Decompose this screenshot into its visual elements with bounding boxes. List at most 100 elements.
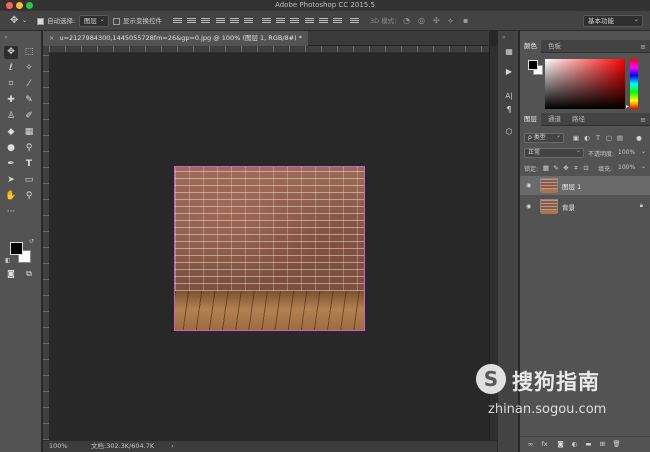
healing-tool-icon[interactable]: ✚ bbox=[4, 94, 18, 107]
tool-preset-chevron-icon[interactable]: ⌄ bbox=[22, 15, 27, 27]
filter-type-icon[interactable]: T bbox=[594, 134, 602, 142]
document-tab[interactable]: × u=2127984300,1445055728fm=26&gp=0.jpg @… bbox=[43, 31, 308, 46]
more-tools-icon[interactable]: ··· bbox=[4, 206, 18, 219]
layer-row[interactable]: ◉ 背景 🔒︎ bbox=[520, 197, 650, 216]
zoom-tool-icon[interactable]: ⚲ bbox=[22, 190, 36, 203]
tab-color[interactable]: 颜色 bbox=[520, 40, 541, 53]
hand-tool-icon[interactable]: ✋ bbox=[4, 190, 18, 203]
auto-select-dropdown[interactable]: 图层 bbox=[79, 14, 109, 27]
color-picker-field[interactable] bbox=[545, 59, 625, 109]
distribute-right-icon[interactable] bbox=[333, 18, 342, 24]
layer-row[interactable]: ◉ 图层 1 bbox=[520, 176, 650, 195]
adjust-panel-icon[interactable]: ▶ bbox=[504, 67, 514, 77]
blend-mode-dropdown[interactable]: 正常 bbox=[524, 147, 584, 158]
dodge-tool-icon[interactable]: ⚲ bbox=[22, 142, 36, 155]
status-menu-arrow[interactable]: › bbox=[171, 441, 174, 452]
new-adjustment-icon[interactable]: ◐ bbox=[570, 440, 579, 449]
distribute-hcenter-icon[interactable] bbox=[319, 18, 328, 24]
marquee-tool-icon[interactable]: ⬚ bbox=[22, 46, 36, 59]
lock-all-icon[interactable]: ⊡ bbox=[582, 164, 590, 172]
pen-tool-icon[interactable]: ✒ bbox=[4, 158, 18, 171]
stamp-tool-icon[interactable]: ♙ bbox=[4, 110, 18, 123]
tab-swatches[interactable]: 色板 bbox=[544, 40, 565, 53]
crop-tool-icon[interactable]: ⌗ bbox=[4, 78, 18, 91]
new-group-icon[interactable]: ▬ bbox=[584, 440, 593, 449]
magic-wand-tool-icon[interactable]: ✧ bbox=[22, 62, 36, 75]
distribute-left-icon[interactable] bbox=[305, 18, 314, 24]
layer-kind-filter[interactable]: ρ 类型 bbox=[524, 132, 564, 143]
distribute-top-icon[interactable] bbox=[262, 18, 271, 24]
fill-value[interactable]: 100% bbox=[618, 164, 635, 171]
type-tool-icon[interactable]: T bbox=[22, 158, 36, 171]
align-top-icon[interactable] bbox=[173, 18, 182, 24]
lock-paint-icon[interactable]: ✎ bbox=[552, 164, 560, 172]
eyedropper-tool-icon[interactable]: ⁄ bbox=[22, 78, 36, 91]
scale-3d-icon[interactable]: ▪ bbox=[463, 15, 468, 27]
lock-artboard-icon[interactable]: ⌗ bbox=[572, 164, 580, 172]
paragraph-panel-icon[interactable]: ¶ bbox=[504, 105, 514, 115]
rotate-3d-icon[interactable]: ◔ bbox=[403, 15, 410, 27]
filter-pixel-icon[interactable]: ▣ bbox=[572, 134, 580, 142]
tab-channels[interactable]: 通道 bbox=[544, 113, 565, 126]
filter-toggle-icon[interactable]: ● bbox=[635, 134, 643, 142]
toolbar-collapse-icon[interactable]: » bbox=[4, 34, 8, 41]
horizontal-ruler[interactable] bbox=[49, 46, 489, 53]
zoom-level[interactable]: 100% bbox=[49, 441, 68, 452]
swap-colors-icon[interactable]: ↺ bbox=[29, 238, 34, 245]
filter-shape-icon[interactable]: ▢ bbox=[605, 134, 613, 142]
blur-tool-icon[interactable]: ● bbox=[4, 142, 18, 155]
show-transform-check[interactable] bbox=[113, 17, 120, 25]
lock-move-icon[interactable]: ✥ bbox=[562, 164, 570, 172]
brush-tool-icon[interactable]: ✎ bbox=[22, 94, 36, 107]
quick-mask-icon[interactable]: ◙ bbox=[4, 267, 18, 280]
rectangle-tool-icon[interactable]: ▭ bbox=[22, 174, 36, 187]
opacity-value[interactable]: 100% bbox=[618, 149, 635, 156]
gradient-tool-icon[interactable]: ▦ bbox=[22, 126, 36, 139]
align-vcenter-icon[interactable] bbox=[187, 18, 196, 24]
align-hcenter-icon[interactable] bbox=[230, 18, 239, 24]
filter-adjust-icon[interactable]: ◐ bbox=[583, 134, 591, 142]
opacity-chevron-icon[interactable]: ⌄ bbox=[641, 148, 646, 155]
delete-layer-icon[interactable]: 🗑︎ bbox=[612, 440, 621, 449]
visibility-eye-icon[interactable]: ◉ bbox=[526, 182, 531, 189]
layer-name[interactable]: 图层 1 bbox=[562, 181, 581, 191]
move-tool-icon[interactable]: ✥ bbox=[4, 46, 18, 59]
default-colors-icon[interactable]: ◧ bbox=[5, 257, 11, 264]
auto-select-checkbox[interactable]: 自动选择: bbox=[37, 15, 75, 27]
close-tab-icon[interactable]: × bbox=[49, 34, 54, 42]
history-panel-icon[interactable]: ▦ bbox=[504, 47, 514, 57]
new-layer-icon[interactable]: ⊞ bbox=[598, 440, 607, 449]
roll-3d-icon[interactable]: ◎ bbox=[418, 15, 425, 27]
3d-panel-icon[interactable]: ⬡ bbox=[504, 127, 514, 137]
fill-chevron-icon[interactable]: ⌄ bbox=[641, 163, 646, 170]
tab-paths[interactable]: 路径 bbox=[568, 113, 589, 126]
color-panel-menu-icon[interactable]: ≡ bbox=[640, 43, 646, 51]
distribute-vcenter-icon[interactable] bbox=[276, 18, 285, 24]
history-brush-tool-icon[interactable]: ✐ bbox=[22, 110, 36, 123]
show-transform-checkbox[interactable]: 显示变换控件 bbox=[113, 15, 162, 27]
move-arrows-icon[interactable]: ✥ bbox=[10, 15, 18, 27]
path-select-tool-icon[interactable]: ➤ bbox=[4, 174, 18, 187]
align-bottom-icon[interactable] bbox=[201, 18, 210, 24]
panel-foreground-swatch[interactable] bbox=[528, 60, 538, 70]
link-layers-icon[interactable]: ∞ bbox=[526, 440, 535, 449]
lasso-tool-icon[interactable]: ℓ bbox=[4, 62, 18, 75]
add-mask-icon[interactable]: ◙ bbox=[556, 440, 565, 449]
dock-collapse-icon[interactable]: » bbox=[502, 34, 506, 41]
slide-3d-icon[interactable]: ⟡ bbox=[448, 15, 453, 27]
workspace-dropdown[interactable]: 基本功能 bbox=[583, 14, 643, 27]
eraser-tool-icon[interactable]: ◆ bbox=[4, 126, 18, 139]
align-left-icon[interactable] bbox=[216, 18, 225, 24]
filter-smart-icon[interactable]: ▤ bbox=[616, 134, 624, 142]
document-image[interactable] bbox=[174, 166, 365, 331]
auto-align-icon[interactable] bbox=[350, 18, 359, 24]
layers-panel-menu-icon[interactable]: ≡ bbox=[640, 116, 646, 124]
lock-pixels-icon[interactable]: ▦ bbox=[542, 164, 550, 172]
visibility-eye-icon[interactable]: ◉ bbox=[526, 203, 531, 210]
tab-layers[interactable]: 图层 bbox=[520, 113, 541, 126]
distribute-bottom-icon[interactable] bbox=[290, 18, 299, 24]
add-style-icon[interactable]: fx bbox=[540, 440, 549, 449]
layer-name[interactable]: 背景 bbox=[562, 202, 575, 212]
align-right-icon[interactable] bbox=[244, 18, 253, 24]
auto-select-check[interactable] bbox=[37, 17, 44, 25]
